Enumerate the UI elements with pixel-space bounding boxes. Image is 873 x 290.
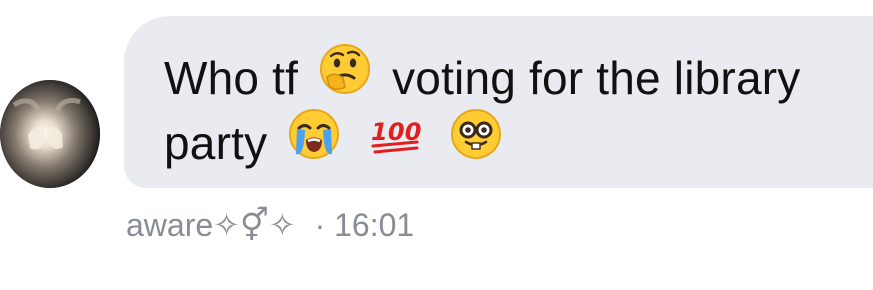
thinking-face-icon — [319, 43, 371, 111]
message-time: 16:01 — [334, 207, 415, 243]
message-bubble[interactable]: Who tf voting for the library party 100 — [124, 16, 873, 188]
message-text-part-1: Who tf — [164, 52, 299, 104]
sender-name[interactable]: aware✧⚥✧ — [126, 207, 296, 243]
meta-separator: · — [314, 207, 326, 243]
avatar[interactable] — [0, 80, 100, 188]
message-meta: aware✧⚥✧ · 16:01 — [126, 206, 414, 244]
hundred-points-icon: 100 — [369, 108, 422, 176]
avatar-photo — [0, 80, 100, 188]
chat-message-row: Who tf voting for the library party 100 … — [0, 0, 873, 290]
message-text: Who tf voting for the library party 100 — [164, 43, 864, 176]
message-text-part-2: voting for the library — [392, 52, 801, 104]
loudly-crying-face-icon — [288, 108, 340, 176]
nerd-face-icon — [450, 108, 502, 176]
message-text-part-3: party — [164, 116, 268, 169]
